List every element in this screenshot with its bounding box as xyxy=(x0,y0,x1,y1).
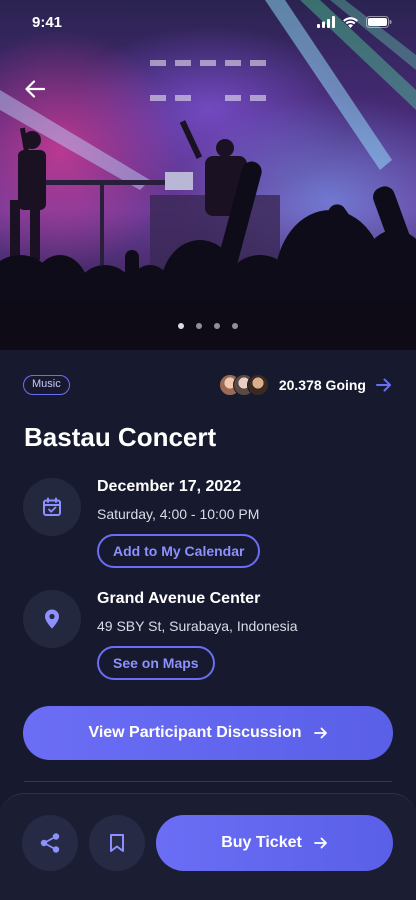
divider xyxy=(24,781,392,782)
view-discussion-button[interactable]: View Participant Discussion xyxy=(23,706,393,760)
arrow-left-icon xyxy=(25,80,45,98)
location-icon-wrapper xyxy=(23,590,81,648)
back-button[interactable] xyxy=(20,74,50,104)
hero-image: 9:41 xyxy=(0,0,416,350)
carousel-dots[interactable] xyxy=(0,323,416,329)
event-date: December 17, 2022 xyxy=(97,478,242,495)
bookmark-button[interactable] xyxy=(89,815,145,871)
avatar xyxy=(246,374,269,396)
see-on-maps-button[interactable]: See on Maps xyxy=(97,646,215,680)
calendar-check-icon xyxy=(43,497,61,516)
status-time: 9:41 xyxy=(32,13,63,31)
category-tag[interactable]: Music xyxy=(23,375,70,395)
arrow-right-icon xyxy=(376,378,391,392)
going-summary[interactable]: 20.378 Going xyxy=(218,373,392,397)
view-discussion-label: View Participant Discussion xyxy=(88,724,302,741)
venue-address: 49 SBY St, Surabaya, Indonesia xyxy=(97,618,298,634)
buy-ticket-label: Buy Ticket xyxy=(221,834,302,851)
concert-photo xyxy=(0,0,416,350)
carousel-dot[interactable] xyxy=(214,323,220,329)
carousel-dot[interactable] xyxy=(196,323,202,329)
carousel-dot[interactable] xyxy=(232,323,238,329)
buy-ticket-button[interactable]: Buy Ticket xyxy=(156,815,393,871)
arrow-right-icon xyxy=(313,727,327,739)
bookmark-icon xyxy=(110,834,124,852)
going-count: 20.378 Going xyxy=(278,377,366,393)
share-icon xyxy=(40,833,60,853)
carousel-dot[interactable] xyxy=(178,323,184,329)
add-to-calendar-button[interactable]: Add to My Calendar xyxy=(97,534,261,568)
wifi-icon xyxy=(343,17,358,28)
event-title: Bastau Concert xyxy=(24,422,217,452)
status-icons xyxy=(317,16,392,28)
signal-icon xyxy=(317,16,335,28)
arrow-right-icon xyxy=(313,837,327,849)
event-time: Saturday, 4:00 - 10:00 PM xyxy=(97,506,260,522)
share-button[interactable] xyxy=(22,815,78,871)
map-pin-icon xyxy=(45,609,59,629)
calendar-icon-wrapper xyxy=(23,478,81,536)
attendee-avatars xyxy=(218,374,269,396)
battery-icon xyxy=(366,16,392,28)
venue-name: Grand Avenue Center xyxy=(97,590,261,607)
status-bar: 9:41 xyxy=(0,0,416,44)
bottom-action-bar: Buy Ticket xyxy=(0,793,416,900)
